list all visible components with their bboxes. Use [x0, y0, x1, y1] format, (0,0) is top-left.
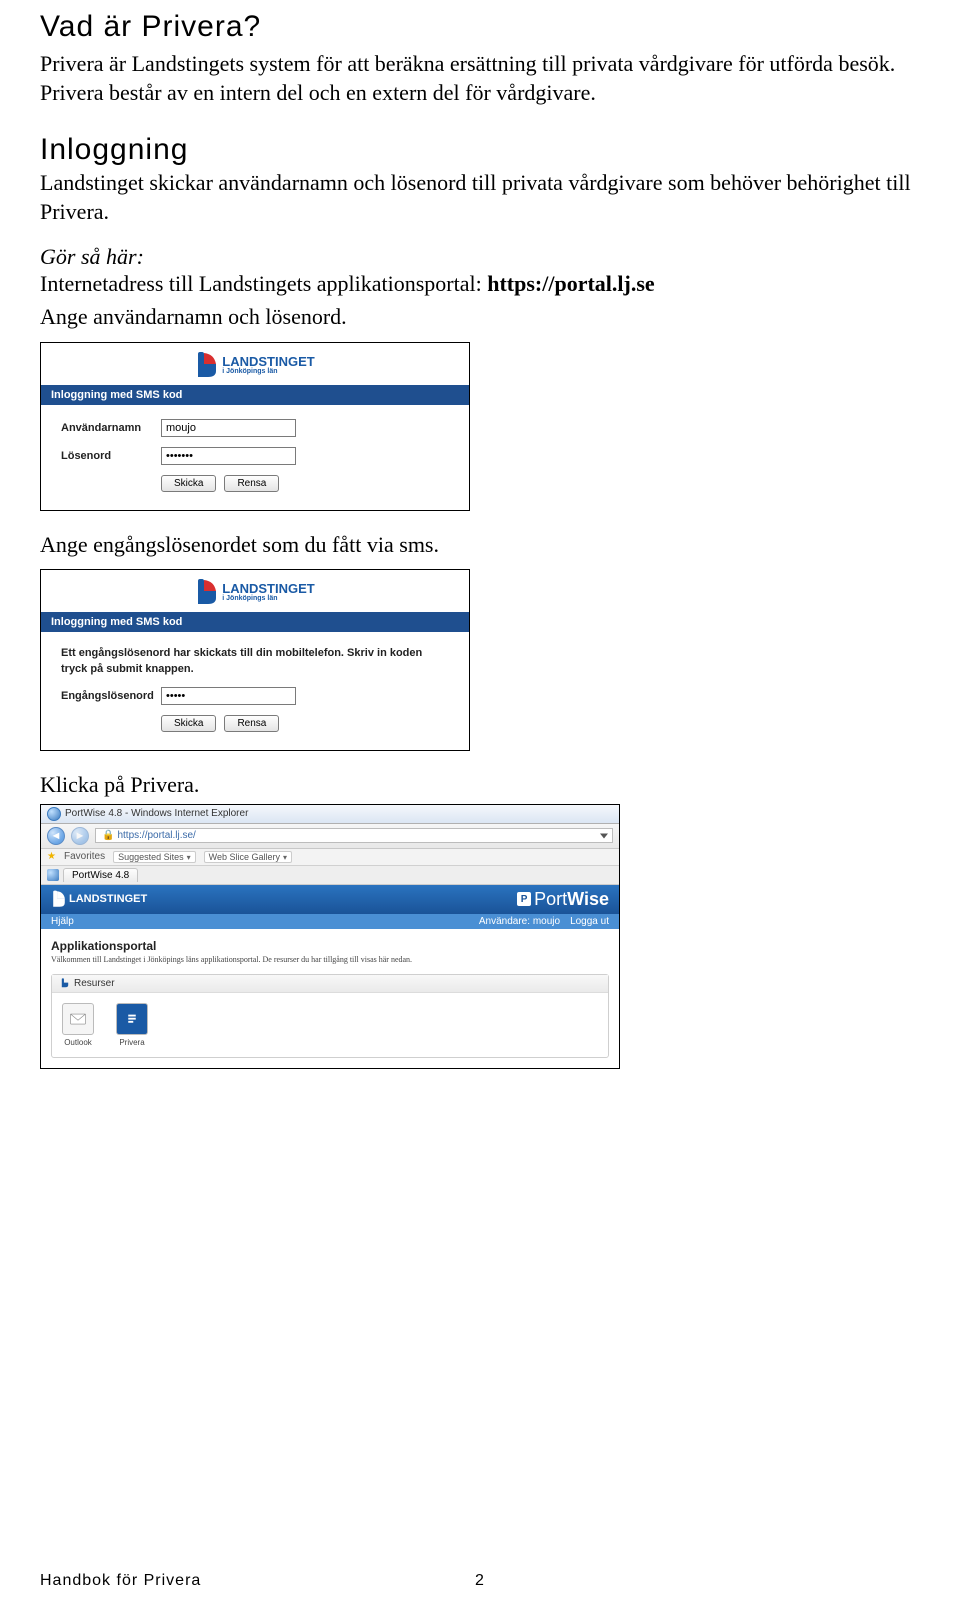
dialog-logo-area: LANDSTINGET i Jönköpings län [41, 343, 469, 385]
favorites-label[interactable]: Favorites [64, 851, 105, 862]
submit-button[interactable]: Skicka [161, 475, 216, 492]
header-landstinget-logo: LANDSTINGET [51, 890, 147, 908]
web-slice-pill[interactable]: Web Slice Gallery [204, 851, 292, 863]
nav-back-button[interactable]: ◄ [47, 827, 65, 845]
resources-card: Resurser Outlook Privera [51, 974, 609, 1058]
between-dialogs-text: Ange engångslösenordet som du fått via s… [40, 531, 920, 560]
reset-button[interactable]: Rensa [224, 475, 279, 492]
lock-icon: 🔒 [102, 830, 114, 841]
app-label-privera: Privera [119, 1038, 144, 1047]
page-footer: Handbok för Privera 2 [40, 1572, 920, 1590]
howto-line-1-text: Internetadress till Landstingets applika… [40, 271, 487, 296]
portwise-icon: P [517, 892, 531, 906]
otp-label: Engångslösenord [61, 690, 161, 702]
nav-forward-button[interactable]: ► [71, 827, 89, 845]
password-label: Lösenord [61, 450, 161, 462]
dialog-titlebar: Inloggning med SMS kod [41, 385, 469, 405]
portwise-body: Applikationsportal Välkommen till Landst… [41, 929, 619, 1068]
url-field[interactable]: 🔒https://portal.lj.se/ [95, 828, 613, 843]
login-dialog-sms: LANDSTINGET i Jönköpings län Inloggning … [40, 342, 470, 511]
otp-reset-button[interactable]: Rensa [224, 715, 279, 732]
click-privera-text: Klicka på Privera. [40, 771, 920, 800]
tab-portwise[interactable]: PortWise 4.8 [63, 868, 138, 882]
tab-row: PortWise 4.8 [41, 866, 619, 885]
portal-url: https://portal.lj.se [487, 271, 654, 296]
howto-lead: Gör så här: [40, 244, 920, 270]
landstinget-logo: LANDSTINGET i Jönköpings län [195, 351, 314, 379]
app-tile-outlook[interactable]: Outlook [62, 1003, 94, 1047]
dialog2-logo-area: LANDSTINGET i Jönköpings län [41, 570, 469, 612]
heading-login: Inloggning [40, 133, 920, 167]
suggested-sites-pill[interactable]: Suggested Sites [113, 851, 196, 863]
dialog-form: Användarnamn Lösenord Skicka Rensa [41, 405, 469, 510]
favorites-star-icon[interactable]: ★ [47, 851, 56, 862]
intro-paragraph-2: Landstinget skickar användarnamn och lös… [40, 169, 920, 226]
footer-page-number: 2 [475, 1572, 485, 1590]
url-text: https://portal.lj.se/ [117, 830, 195, 841]
outlook-icon [62, 1003, 94, 1035]
footer-doc-title: Handbok för Privera [40, 1572, 201, 1590]
password-input[interactable] [161, 447, 296, 465]
landstinget-logo-icon [195, 351, 219, 379]
menu-user: Användare: moujo [479, 916, 560, 927]
otp-input[interactable] [161, 687, 296, 705]
menu-logout[interactable]: Logga ut [570, 916, 609, 927]
logo-text-main: LANDSTINGET [222, 355, 314, 368]
portwise-menubar: Hjälp Användare: moujo Logga ut [41, 914, 619, 929]
browser-title-text: PortWise 4.8 - Windows Internet Explorer [65, 808, 248, 819]
dialog2-titlebar: Inloggning med SMS kod [41, 612, 469, 632]
otp-dialog-sms: LANDSTINGET i Jönköpings län Inloggning … [40, 569, 470, 751]
panel-subtitle: Välkommen till Landstinget i Jönköpings … [51, 955, 609, 964]
heading-what-is-privera: Vad är Privera? [40, 10, 920, 44]
panel-title: Applikationsportal [51, 939, 609, 953]
favorites-bar: ★ Favorites Suggested Sites Web Slice Ga… [41, 849, 619, 866]
portwise-header: LANDSTINGET P PortWise [41, 885, 619, 914]
portwise-brand: P PortWise [517, 889, 609, 910]
howto-line-1: Internetadress till Landstingets applika… [40, 270, 920, 299]
resources-card-header: Resurser [52, 975, 608, 993]
browser-window: PortWise 4.8 - Windows Internet Explorer… [40, 804, 620, 1069]
app-tile-privera[interactable]: Privera [116, 1003, 148, 1047]
otp-info-text: Ett engångslösenord har skickats till di… [61, 646, 449, 677]
dialog2-form: Ett engångslösenord har skickats till di… [41, 632, 469, 750]
logo-text-sub: i Jönköpings län [222, 368, 314, 375]
intro-paragraph-1: Privera är Landstingets system för att b… [40, 50, 920, 107]
menu-help[interactable]: Hjälp [51, 916, 74, 927]
landstinget-logo-icon-2 [195, 578, 219, 606]
browser-titlebar: PortWise 4.8 - Windows Internet Explorer [41, 805, 619, 824]
landstinget-logo-2: LANDSTINGET i Jönköpings län [195, 578, 314, 606]
tab-favicon [47, 869, 59, 881]
howto-line-2: Ange användarnamn och lösenord. [40, 303, 920, 332]
header-logo-icon [51, 890, 67, 908]
resources-header-icon [60, 978, 70, 988]
resources-title: Resurser [74, 978, 115, 989]
username-label: Användarnamn [61, 422, 161, 434]
privera-icon [116, 1003, 148, 1035]
ie-icon [47, 807, 61, 821]
browser-navrow: ◄ ► 🔒https://portal.lj.se/ [41, 824, 619, 849]
app-label-outlook: Outlook [64, 1038, 92, 1047]
username-input[interactable] [161, 419, 296, 437]
otp-submit-button[interactable]: Skicka [161, 715, 216, 732]
